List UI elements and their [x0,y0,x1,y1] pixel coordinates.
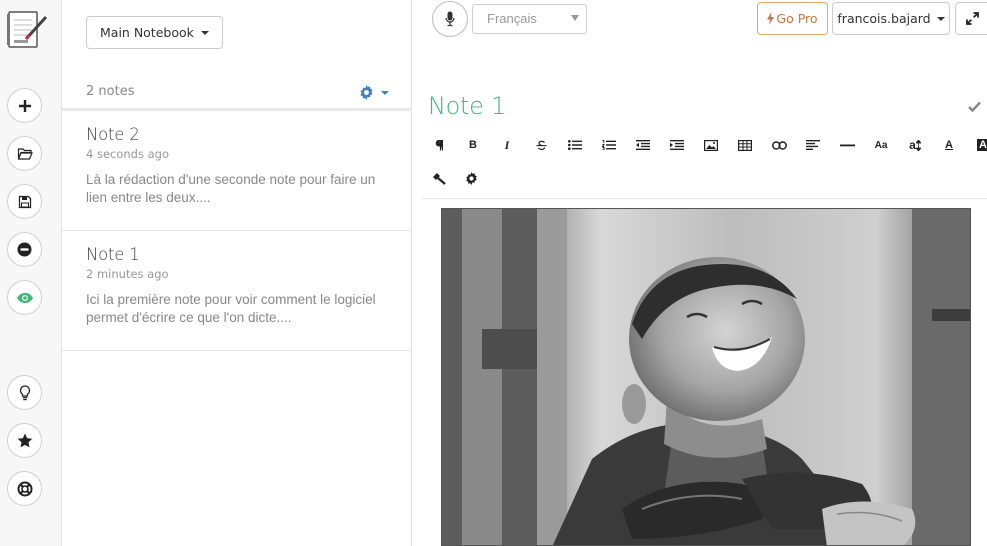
note-item-title: Note 2 [86,125,140,144]
insert-table-button[interactable] [732,133,758,157]
note-item-snippet: Ici la première note pour voir comment l… [86,292,376,325]
format-toolbar: B I Aa a A A [426,133,987,157]
line-height-arrows-icon [915,139,921,151]
format-toolbar-secondary [426,166,506,190]
font-size-button[interactable]: Aa [868,133,894,157]
language-select-value: Français [487,11,537,26]
star-icon [17,433,32,448]
lightbulb-icon [19,384,30,400]
save-icon [18,195,31,208]
editor-settings-button[interactable] [458,166,484,190]
note-list-item[interactable]: Note 1 2 minutes ago Ici la première not… [62,231,412,351]
editor-divider [422,198,987,199]
saved-check-icon[interactable] [968,99,981,117]
paragraph-button[interactable] [426,133,452,157]
note-title[interactable]: Note 1 [428,92,506,120]
eye-icon [16,292,33,303]
expand-icon [966,12,979,25]
note-item-title: Note 1 [86,245,140,264]
line-height-button[interactable]: a [902,133,928,157]
bold-button[interactable]: B [460,133,486,157]
embedded-photo[interactable] [441,208,971,546]
add-note-button[interactable] [7,88,42,123]
numbered-list-button[interactable] [596,133,622,157]
select-arrow-icon [571,15,579,21]
user-menu-dropdown[interactable]: francois.bajard [832,2,950,35]
minus-circle-icon [17,242,32,257]
line-height-icon: a [909,138,916,152]
indent-icon [670,140,684,150]
bullet-list-icon [568,140,582,150]
outdent-button[interactable] [630,133,656,157]
bold-icon: B [469,139,477,151]
preview-button[interactable] [7,280,42,315]
caret-down-icon [936,16,945,21]
open-notebook-button[interactable] [7,136,42,171]
gear-icon [360,85,373,100]
insert-image-button[interactable] [698,133,724,157]
note-list-item[interactable]: Note 2 4 seconds ago Là la rédaction d'u… [62,111,412,231]
notebook-logo-icon[interactable] [6,9,50,51]
image-icon [704,139,718,151]
notebook-dropdown-label: Main Notebook [100,25,194,40]
numbered-list-icon [602,140,616,150]
hammer-icon [433,173,446,185]
highlight-button[interactable]: A [970,133,987,157]
tips-button[interactable] [7,375,42,410]
help-button[interactable] [7,471,42,506]
strikethrough-button[interactable] [528,133,554,157]
delete-note-button[interactable] [7,232,42,267]
indent-button[interactable] [664,133,690,157]
gear-icon [465,171,477,185]
dictation-button[interactable] [432,1,468,37]
italic-button[interactable]: I [494,133,520,157]
outdent-icon [636,140,650,150]
link-icon [771,140,787,150]
go-pro-label: Go Pro [776,11,818,26]
left-rail [0,0,62,546]
caret-down-icon [381,90,389,95]
notebook-dropdown[interactable]: Main Notebook [86,16,223,49]
fullscreen-button[interactable] [955,2,987,35]
language-select[interactable]: Français [472,4,587,34]
bullet-list-button[interactable] [562,133,588,157]
horizontal-rule-button[interactable] [834,133,860,157]
strikethrough-icon [536,140,546,150]
microphone-icon [445,11,455,27]
tools-button[interactable] [426,166,452,190]
align-left-icon [806,140,820,150]
lightning-icon [767,12,775,25]
align-left-button[interactable] [800,133,826,157]
insert-link-button[interactable] [766,133,792,157]
lifebuoy-icon [17,481,32,496]
caret-down-icon [200,30,209,35]
folder-open-icon [17,148,33,160]
save-note-button[interactable] [7,184,42,219]
list-settings-dropdown[interactable] [359,85,389,100]
notes-count: 2 notes [86,84,135,99]
favorites-button[interactable] [7,423,42,458]
editor-panel: Français Go Pro francois.bajard Note 1 B… [412,0,987,546]
font-size-icon: Aa [874,139,888,151]
go-pro-button[interactable]: Go Pro [757,2,828,35]
note-item-snippet: Là la rédaction d'une seconde note pour … [86,172,376,205]
user-name: francois.bajard [837,11,931,26]
font-color-icon: A [945,139,953,151]
table-icon [738,139,752,151]
note-item-time: 2 minutes ago [86,267,169,281]
notes-list-panel: Main Notebook 2 notes Note 2 4 seconds a… [62,0,412,546]
horizontal-rule-icon [839,144,855,146]
pilcrow-icon [435,139,443,150]
font-color-button[interactable]: A [936,133,962,157]
note-item-time: 4 seconds ago [86,147,170,161]
highlight-icon: A [977,139,987,151]
plus-icon [18,99,31,112]
italic-icon: I [504,137,510,152]
